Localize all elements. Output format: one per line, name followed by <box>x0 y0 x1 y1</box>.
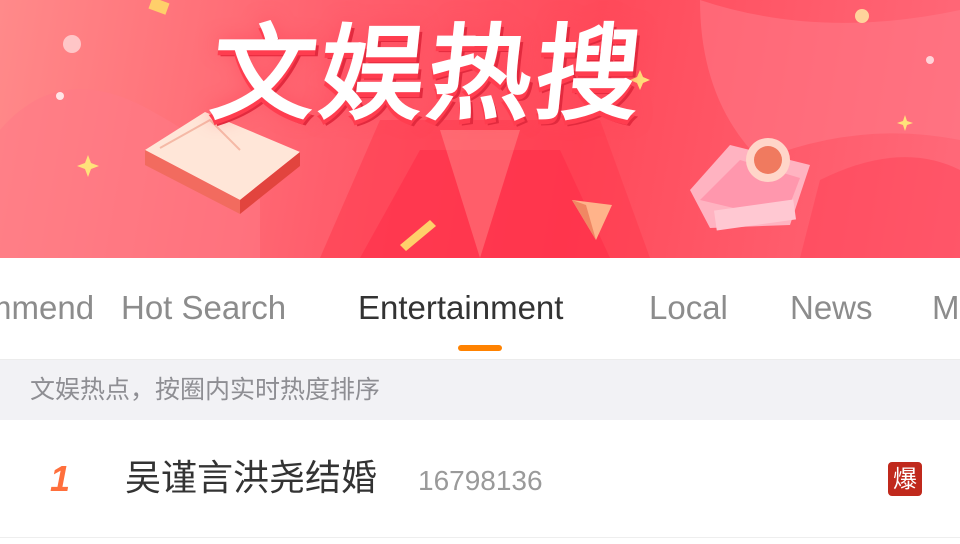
heat-count: 16798136 <box>418 465 543 496</box>
tab-entertainment[interactable]: Entertainment <box>358 258 563 358</box>
tab-hot-search[interactable]: Hot Search <box>121 258 286 358</box>
tab-local[interactable]: Local <box>649 258 728 358</box>
tab-more[interactable]: More <box>932 258 960 358</box>
banner-title: 文娱热搜 <box>205 13 651 135</box>
list-item[interactable]: 1 吴谨言洪尧结婚 16798136 <box>0 420 960 538</box>
hot-topic-title[interactable]: 吴谨言洪尧结婚 <box>125 420 377 538</box>
section-subheader: 文娱热点，按圈内实时热度排序 <box>0 360 960 420</box>
rank-number: 1 <box>50 458 71 499</box>
active-tab-indicator <box>458 345 502 351</box>
subheader-text: 文娱热点，按圈内实时热度排序 <box>30 375 381 404</box>
tab-news[interactable]: News <box>790 258 873 358</box>
camera-icon <box>690 138 810 231</box>
explosive-badge: 爆 <box>888 462 922 496</box>
tab-recommend[interactable]: Recommend <box>0 258 94 358</box>
banner: 文娱热搜 <box>0 0 960 258</box>
